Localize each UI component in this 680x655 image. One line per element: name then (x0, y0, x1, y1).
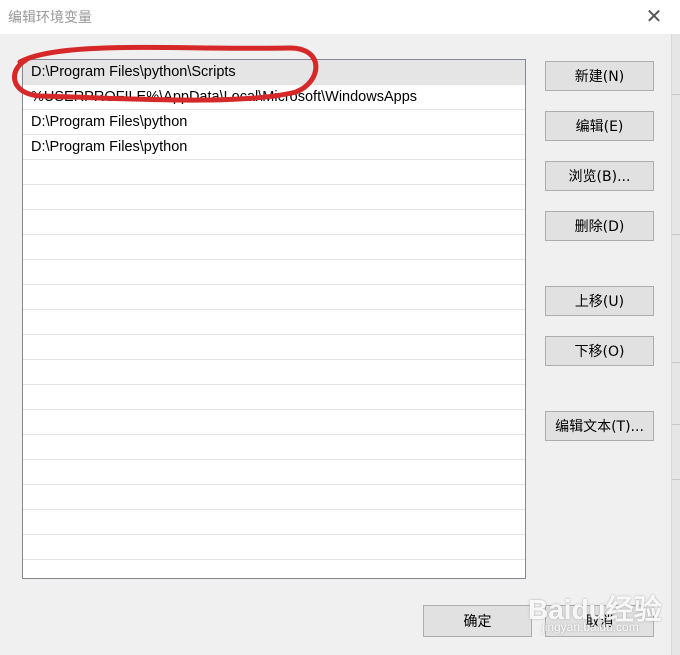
empty-row[interactable] (23, 435, 525, 460)
empty-row[interactable] (23, 560, 525, 578)
empty-row[interactable] (23, 285, 525, 310)
empty-row[interactable] (23, 235, 525, 260)
empty-row[interactable] (23, 260, 525, 285)
empty-row[interactable] (23, 360, 525, 385)
list-item[interactable]: D:\Program Files\python\Scripts (23, 60, 525, 85)
move-down-button[interactable]: 下移(O) (545, 336, 654, 366)
empty-row[interactable] (23, 335, 525, 360)
empty-row[interactable] (23, 385, 525, 410)
empty-row[interactable] (23, 485, 525, 510)
empty-row[interactable] (23, 410, 525, 435)
cancel-button[interactable]: 取消 (545, 605, 654, 637)
list-item[interactable]: D:\Program Files\python (23, 110, 525, 135)
path-list[interactable]: D:\Program Files\python\Scripts %USERPRO… (22, 59, 526, 579)
empty-row[interactable] (23, 460, 525, 485)
background-window-edge (671, 34, 680, 655)
empty-row[interactable] (23, 210, 525, 235)
browse-button[interactable]: 浏览(B)... (545, 161, 654, 191)
delete-button[interactable]: 删除(D) (545, 211, 654, 241)
empty-row[interactable] (23, 185, 525, 210)
edit-text-button[interactable]: 编辑文本(T)... (545, 411, 654, 441)
title-bar: 编辑环境变量 ✕ (0, 0, 680, 34)
empty-row[interactable] (23, 160, 525, 185)
close-icon[interactable]: ✕ (642, 5, 666, 27)
edit-button[interactable]: 编辑(E) (545, 111, 654, 141)
list-item[interactable]: %USERPROFILE%\AppData\Local\Microsoft\Wi… (23, 85, 525, 110)
window-title: 编辑环境变量 (8, 10, 92, 26)
move-up-button[interactable]: 上移(U) (545, 286, 654, 316)
empty-row[interactable] (23, 310, 525, 335)
list-item[interactable]: D:\Program Files\python (23, 135, 525, 160)
empty-row[interactable] (23, 510, 525, 535)
new-button[interactable]: 新建(N) (545, 61, 654, 91)
ok-button[interactable]: 确定 (423, 605, 532, 637)
empty-row[interactable] (23, 535, 525, 560)
